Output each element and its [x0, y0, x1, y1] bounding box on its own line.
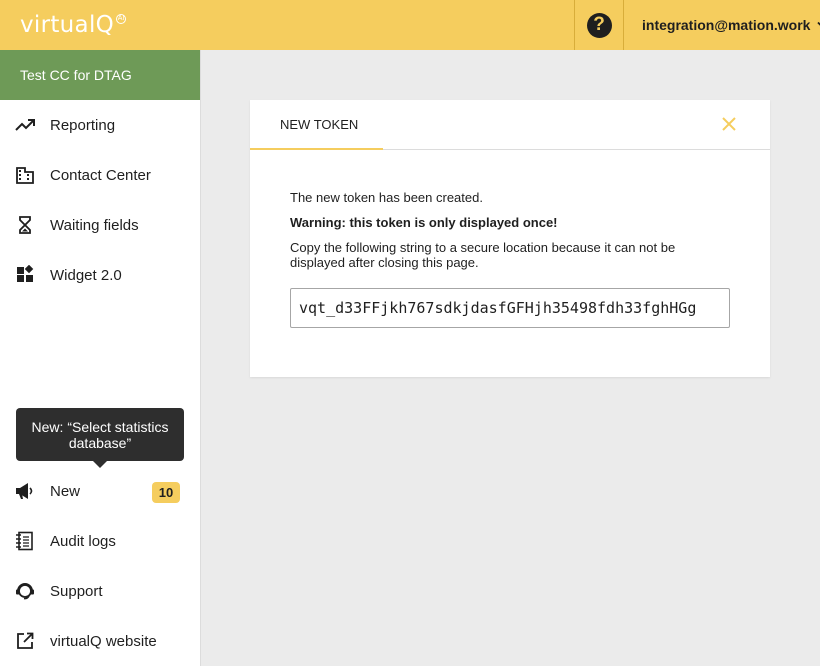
building-icon [16, 167, 34, 184]
notebook-icon [16, 531, 33, 551]
trending-up-icon [15, 119, 35, 131]
headset-icon [16, 583, 34, 600]
sidebar-item-contact-center[interactable]: Contact Center [0, 150, 200, 200]
sidebar-item-label: Audit logs [50, 532, 116, 550]
sidebar-item-reporting[interactable]: Reporting [0, 100, 200, 150]
org-selector[interactable]: Test CC for DTAG [0, 50, 200, 100]
sidebar-item-label: Widget 2.0 [50, 266, 122, 284]
sidebar-item-label: Reporting [50, 116, 116, 134]
help-icon: ? [586, 12, 612, 38]
user-menu[interactable]: integration@mation.work [642, 0, 820, 50]
tab-new-token[interactable]: NEW TOKEN [250, 100, 383, 150]
top-bar: virtualQ AI ? integration@mation.work [0, 0, 820, 50]
user-email: integration@mation.work [642, 17, 811, 33]
megaphone-icon [16, 483, 33, 499]
token-warning: Warning: this token is only displayed on… [290, 215, 558, 230]
external-link-icon [17, 632, 34, 649]
token-field[interactable]: vqt_d33FFjkh767sdkjdasfGFHjh35498fdh33fg… [290, 288, 730, 328]
logo-text: virtualQ [20, 12, 115, 38]
chevron-down-icon [817, 21, 820, 26]
whats-new-tooltip: New: “Select statistics database” [16, 408, 184, 468]
sidebar-item-audit-logs[interactable]: Audit logs [0, 516, 200, 566]
sidebar-item-label: Support [50, 582, 103, 600]
sidebar-item-new[interactable]: New 10 [0, 466, 200, 516]
sidebar-item-waiting-fields[interactable]: Waiting fields [0, 200, 200, 250]
hourglass-icon [19, 216, 31, 234]
help-button[interactable]: ? [574, 0, 624, 50]
new-token-panel: NEW TOKEN The new token has been created… [250, 100, 770, 377]
sidebar-item-label: virtualQ website [50, 632, 157, 650]
sidebar-item-label: Contact Center [50, 166, 151, 184]
widget-icon [17, 265, 34, 282]
token-instructions: Copy the following string to a secure lo… [290, 240, 676, 270]
sidebar-item-label: Waiting fields [50, 216, 139, 234]
close-icon[interactable] [720, 115, 738, 133]
sidebar-item-widget[interactable]: Widget 2.0 [0, 250, 200, 300]
new-count-badge: 10 [152, 482, 180, 503]
panel-header: NEW TOKEN [250, 100, 770, 150]
sidebar: Test CC for DTAG Reporting Contact Cente… [0, 50, 201, 666]
token-created-message: The new token has been created. [290, 190, 483, 205]
sidebar-item-website[interactable]: virtualQ website [0, 616, 200, 666]
sidebar-item-support[interactable]: Support [0, 566, 200, 616]
logo-ai-badge: AI [116, 14, 127, 24]
panel-body: The new token has been created. Warning:… [250, 150, 770, 328]
virtualq-logo[interactable]: virtualQ AI [20, 10, 127, 40]
sidebar-item-label: New [50, 482, 81, 500]
